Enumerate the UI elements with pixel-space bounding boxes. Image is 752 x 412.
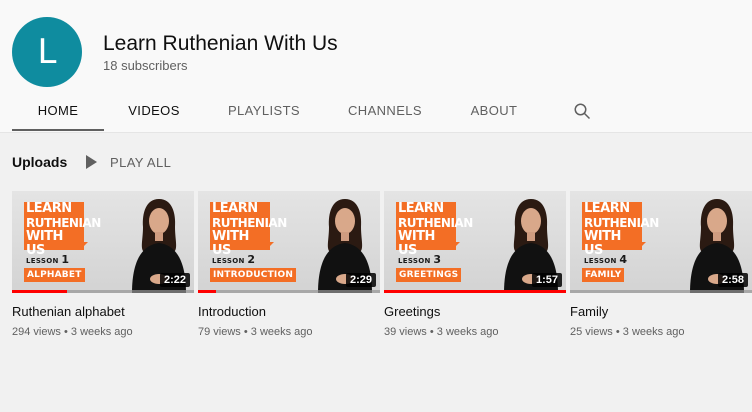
channel-logo-card: LEARN RUTHENIAN WITH US: [24, 201, 101, 258]
tab-home[interactable]: HOME: [12, 94, 104, 131]
view-count: 294 views: [12, 326, 61, 338]
search-icon[interactable]: [573, 102, 591, 120]
channel-logo-card: LEARN RUTHENIAN WITH US: [582, 201, 659, 258]
video-metadata: 79 views • 3 weeks ago: [198, 326, 313, 338]
tab-videos[interactable]: VIDEOS: [116, 94, 192, 131]
logo-text-line: RUTHENIAN: [212, 216, 287, 230]
channel-name: Learn Ruthenian With Us: [103, 32, 338, 55]
video-duration: 2:58: [717, 273, 748, 287]
avatar-letter: L: [37, 32, 57, 72]
play-all-label: PLAY ALL: [110, 154, 172, 170]
logo-text-line: LEARN: [398, 201, 444, 216]
lesson-topic: ALPHABET: [24, 268, 85, 282]
watch-progress-fill: [384, 290, 566, 293]
channel-logo-card: LEARN RUTHENIAN WITH US: [396, 201, 473, 258]
home-content: Uploads PLAY ALL LEARN RUTHENIAN WITH US…: [0, 133, 752, 412]
lesson-number: 2: [247, 253, 256, 266]
video-thumbnail[interactable]: LEARN RUTHENIAN WITH US LESSON 4 FAMILY …: [570, 191, 752, 293]
upload-age: 3 weeks ago: [622, 326, 685, 338]
video-card[interactable]: LEARN RUTHENIAN WITH US LESSON 2 INTRODU…: [198, 191, 380, 338]
channel-tabs: HOME VIDEOS PLAYLISTS CHANNELS ABOUT: [12, 94, 752, 132]
video-card[interactable]: LEARN RUTHENIAN WITH US LESSON 3 GREETIN…: [384, 191, 566, 338]
video-thumbnail[interactable]: LEARN RUTHENIAN WITH US LESSON 1 ALPHABE…: [12, 191, 194, 293]
tab-about[interactable]: ABOUT: [460, 94, 528, 131]
video-card[interactable]: LEARN RUTHENIAN WITH US LESSON 1 ALPHABE…: [12, 191, 194, 338]
lesson-word: LESSON: [584, 257, 617, 265]
tab-channels[interactable]: CHANNELS: [338, 94, 432, 131]
lesson-word: LESSON: [212, 257, 245, 265]
upload-age: 3 weeks ago: [70, 326, 133, 338]
video-duration: 1:57: [531, 273, 562, 287]
speech-bubble-tail: [454, 242, 460, 248]
lesson-number: 4: [619, 253, 628, 266]
uploads-title[interactable]: Uploads: [12, 154, 67, 170]
lesson-word: LESSON: [26, 257, 59, 265]
speech-bubble-tail: [82, 242, 88, 248]
video-metadata: 294 views • 3 weeks ago: [12, 326, 133, 338]
video-title[interactable]: Greetings: [384, 304, 566, 319]
watch-progress-fill: [12, 290, 67, 293]
subscriber-count: 18 subscribers: [103, 58, 188, 73]
lesson-label: LESSON 2: [212, 253, 255, 266]
speech-bubble-tail: [640, 242, 646, 248]
logo-text-line: RUTHENIAN: [584, 216, 659, 230]
logo-text-line: LEARN: [26, 201, 72, 216]
speech-bubble-tail: [268, 242, 274, 248]
view-count: 25 views: [570, 326, 613, 338]
lesson-number: 1: [61, 253, 70, 266]
lesson-topic: INTRODUCTION: [210, 268, 297, 282]
logo-text-line: RUTHENIAN: [26, 216, 101, 230]
video-metadata: 25 views • 3 weeks ago: [570, 326, 685, 338]
watch-progress-bar: [570, 290, 752, 293]
lesson-word: LESSON: [398, 257, 431, 265]
watch-progress-bar: [198, 290, 380, 293]
video-duration: 2:22: [159, 273, 190, 287]
logo-text-line: LEARN: [212, 201, 258, 216]
lesson-number: 3: [433, 253, 442, 266]
channel-logo-card: LEARN RUTHENIAN WITH US: [210, 201, 287, 258]
watch-progress-fill: [198, 290, 217, 293]
view-count: 79 views: [198, 326, 241, 338]
watch-progress-bar: [384, 290, 566, 293]
lesson-label: LESSON 3: [398, 253, 441, 266]
play-icon: [86, 155, 97, 169]
lesson-label: LESSON 1: [26, 253, 69, 266]
video-card[interactable]: LEARN RUTHENIAN WITH US LESSON 4 FAMILY …: [570, 191, 752, 338]
video-title[interactable]: Family: [570, 304, 752, 319]
upload-age: 3 weeks ago: [250, 326, 313, 338]
video-title[interactable]: Introduction: [198, 304, 380, 319]
lesson-topic: GREETINGS: [396, 268, 462, 282]
play-all-button[interactable]: PLAY ALL: [86, 152, 171, 172]
channel-avatar[interactable]: L: [12, 17, 82, 87]
video-metadata: 39 views • 3 weeks ago: [384, 326, 499, 338]
video-duration: 2:29: [345, 273, 376, 287]
logo-text-line: LEARN: [584, 201, 630, 216]
logo-text-line: RUTHENIAN: [398, 216, 473, 230]
video-thumbnail[interactable]: LEARN RUTHENIAN WITH US LESSON 2 INTRODU…: [198, 191, 380, 293]
watch-progress-bar: [12, 290, 194, 293]
channel-header: L Learn Ruthenian With Us 18 subscribers…: [0, 0, 752, 132]
video-title[interactable]: Ruthenian alphabet: [12, 304, 194, 319]
tab-playlists[interactable]: PLAYLISTS: [214, 94, 314, 131]
lesson-label: LESSON 4: [584, 253, 627, 266]
upload-age: 3 weeks ago: [436, 326, 499, 338]
video-thumbnail[interactable]: LEARN RUTHENIAN WITH US LESSON 3 GREETIN…: [384, 191, 566, 293]
view-count: 39 views: [384, 326, 427, 338]
lesson-topic: FAMILY: [582, 268, 625, 282]
